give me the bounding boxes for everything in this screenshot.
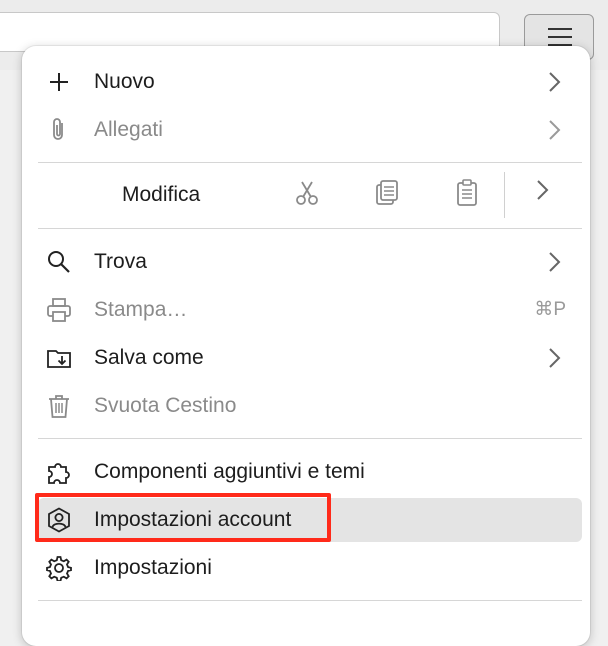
chevron-right-icon (549, 348, 561, 368)
printer-icon (47, 298, 71, 322)
puzzle-icon (48, 463, 70, 484)
menu-item-account-settings[interactable]: Impostazioni account (38, 498, 582, 542)
paste-button[interactable] (452, 178, 488, 212)
edit-submenu-button[interactable] (534, 178, 570, 212)
edit-row: Modifica (38, 170, 582, 220)
plus-icon (50, 73, 68, 91)
menu-item-label: Svuota Cestino (94, 394, 237, 417)
menu-separator (38, 600, 582, 601)
edit-divider (504, 172, 505, 218)
menu-item-label: Salva come (94, 346, 204, 369)
menu-item-new[interactable]: Nuovo (38, 60, 582, 104)
menu-item-print[interactable]: Stampa… ⌘P (38, 288, 582, 332)
menu-item-settings[interactable]: Impostazioni (38, 546, 582, 590)
shortcut-label: ⌘P (534, 299, 566, 320)
chevron-right-icon (549, 120, 561, 140)
paperclip-icon (53, 118, 63, 140)
menu-separator (38, 162, 582, 163)
menu-item-label: Impostazioni (94, 556, 212, 579)
chevron-right-icon (549, 252, 561, 272)
menu-item-label: Impostazioni account (94, 508, 292, 531)
copy-icon (376, 180, 398, 205)
menu-item-addons-themes[interactable]: Componenti aggiuntivi e temi (38, 450, 582, 494)
menu-item-label: Componenti aggiuntivi e temi (94, 460, 365, 483)
chevron-right-icon (549, 72, 561, 92)
menu-item-label: Trova (94, 250, 147, 273)
save-folder-icon (47, 350, 71, 368)
trash-icon (49, 395, 69, 418)
search-icon (48, 251, 70, 273)
gear-icon (46, 556, 72, 581)
menu-item-attachments[interactable]: Allegati (38, 108, 582, 152)
paste-icon (457, 179, 477, 206)
menu-separator (38, 438, 582, 439)
menu-item-find[interactable]: Trova (38, 240, 582, 284)
scissors-icon (296, 181, 318, 205)
edit-label: Modifica (122, 183, 201, 206)
menu-item-label: Stampa… (94, 298, 188, 321)
menu-item-empty-trash[interactable]: Svuota Cestino (38, 384, 582, 428)
cut-button[interactable] (292, 178, 328, 212)
menu-separator (38, 228, 582, 229)
menu-item-label: Nuovo (94, 70, 155, 93)
menu-item-label: Allegati (94, 118, 163, 141)
menu-item-save-as[interactable]: Salva come (38, 336, 582, 380)
chevron-right-icon (537, 180, 549, 200)
app-menu-panel: Nuovo Allegati Modifica Trova Stampa… ⌘P… (22, 46, 590, 646)
account-icon (48, 507, 70, 533)
copy-button[interactable] (372, 178, 408, 212)
